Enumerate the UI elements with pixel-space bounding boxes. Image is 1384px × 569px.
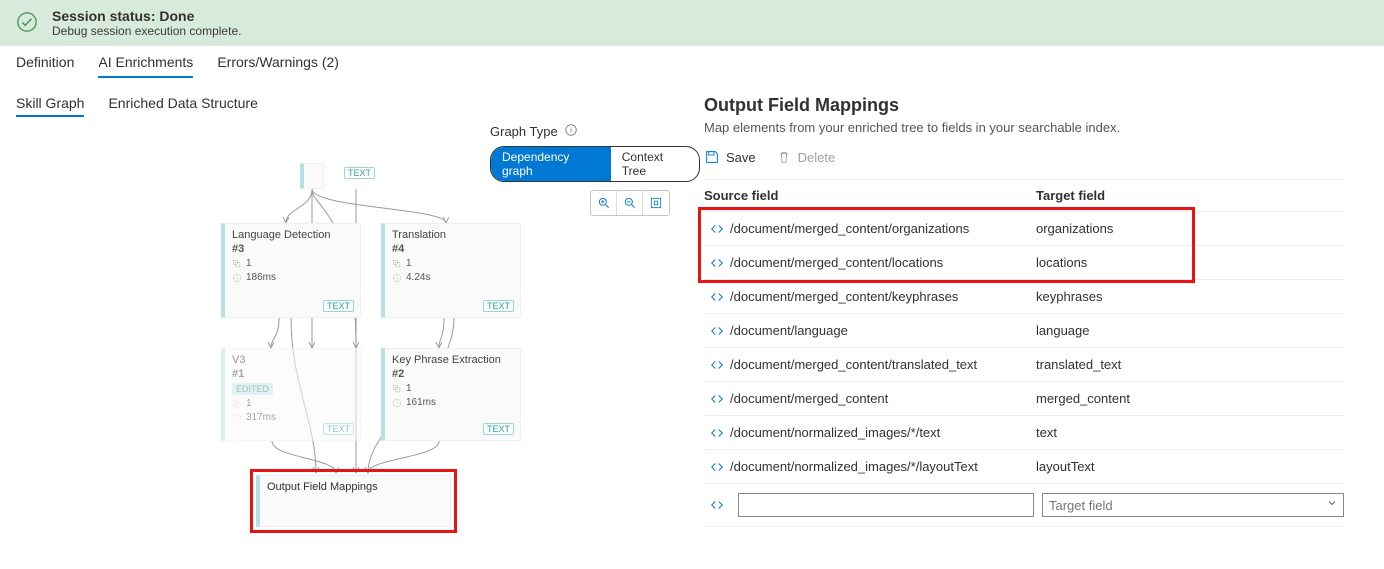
- code-icon: [704, 426, 730, 440]
- tab-errors-warnings[interactable]: Errors/Warnings (2): [217, 54, 339, 78]
- card-translation[interactable]: Translation #4 1 4.24s TEXT: [381, 223, 521, 318]
- table-row[interactable]: /document/merged_content/organizationsor…: [704, 212, 1344, 246]
- source-field-input[interactable]: [738, 493, 1034, 517]
- code-icon: [704, 498, 730, 512]
- trash-icon: [776, 149, 792, 165]
- code-icon: [704, 256, 730, 270]
- edited-badge: EDITED: [232, 383, 273, 395]
- check-icon: [14, 11, 40, 36]
- panel-toolbar: Save Delete: [704, 149, 1360, 165]
- card-key-phrase-extraction[interactable]: Key Phrase Extraction #2 1 161ms TEXT: [381, 348, 521, 441]
- tab-ai-enrichments[interactable]: AI Enrichments: [98, 54, 193, 78]
- code-icon: [704, 290, 730, 304]
- code-icon: [704, 222, 730, 236]
- panel-subtitle: Map elements from your enriched tree to …: [704, 120, 1360, 135]
- table-row[interactable]: /document/languagelanguage: [704, 314, 1344, 348]
- code-icon: [704, 324, 730, 338]
- code-icon: [704, 392, 730, 406]
- banner-title: Session status: Done: [52, 8, 241, 24]
- save-button[interactable]: Save: [704, 149, 756, 165]
- save-icon: [704, 149, 720, 165]
- th-source-field: Source field: [704, 188, 1036, 203]
- text-badge: TEXT: [344, 167, 375, 179]
- tab-definition[interactable]: Definition: [16, 54, 74, 78]
- card-language-detection[interactable]: Language Detection #3 1 186ms TEXT: [221, 223, 361, 318]
- delete-button: Delete: [776, 149, 836, 165]
- status-banner: Session status: Done Debug session execu…: [0, 0, 1384, 46]
- table-row[interactable]: /document/merged_content/keyphraseskeyph…: [704, 280, 1344, 314]
- tab-skill-graph[interactable]: Skill Graph: [16, 95, 84, 117]
- card-v3[interactable]: V3 #1 EDITED 1 317ms TEXT: [221, 348, 361, 441]
- code-icon: [704, 460, 730, 474]
- th-target-field: Target field: [1036, 188, 1344, 203]
- banner-subtitle: Debug session execution complete.: [52, 24, 241, 38]
- table-row[interactable]: /document/normalized_images/*/layoutText…: [704, 450, 1344, 484]
- top-tabs: Definition AI Enrichments Errors/Warning…: [0, 46, 1384, 79]
- sub-tabs: Skill Graph Enriched Data Structure: [16, 95, 684, 123]
- table-row[interactable]: /document/normalized_images/*/texttext: [704, 416, 1344, 450]
- table-row[interactable]: /document/merged_contentmerged_content: [704, 382, 1344, 416]
- code-icon: [704, 358, 730, 372]
- start-node[interactable]: TEXT: [300, 163, 324, 189]
- card-output-field-mappings[interactable]: Output Field Mappings: [256, 475, 451, 527]
- table-row[interactable]: /document/merged_content/locationslocati…: [704, 246, 1344, 280]
- tab-enriched-data-structure[interactable]: Enriched Data Structure: [108, 95, 257, 117]
- target-field-input[interactable]: [1042, 493, 1344, 517]
- mappings-table: Source field Target field /document/merg…: [704, 179, 1344, 527]
- panel-title: Output Field Mappings: [704, 95, 1360, 116]
- new-row: [704, 484, 1344, 527]
- table-row[interactable]: /document/merged_content/translated_text…: [704, 348, 1344, 382]
